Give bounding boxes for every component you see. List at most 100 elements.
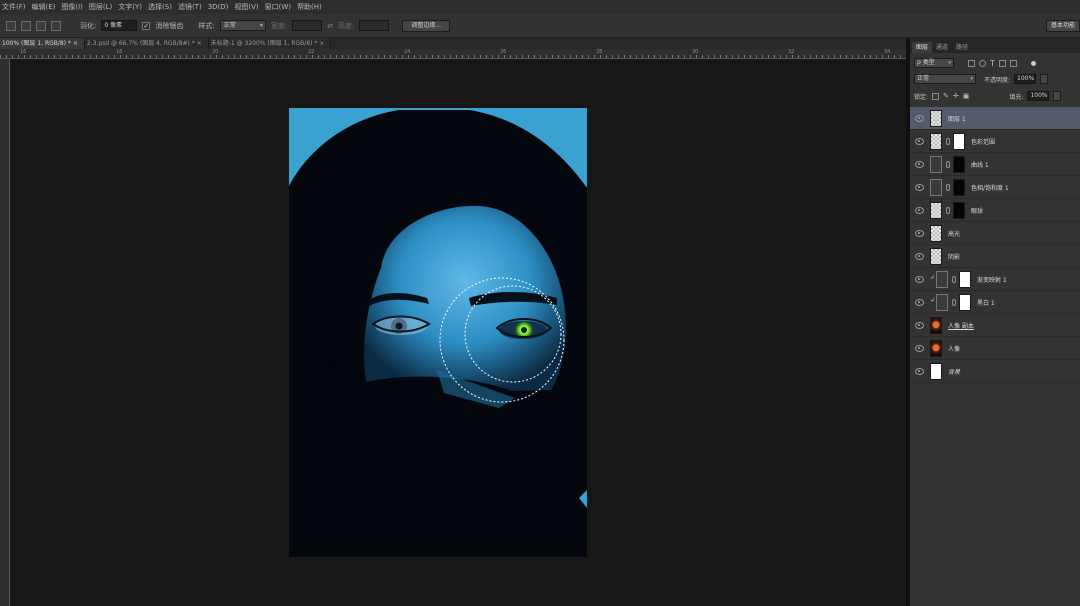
- lock-transparency-icon[interactable]: [932, 92, 940, 100]
- menu-item-4[interactable]: 文字(Y): [118, 2, 148, 12]
- opacity-input[interactable]: 100%: [1014, 74, 1037, 84]
- filter-pixel-icon[interactable]: [968, 59, 975, 67]
- menu-item-8[interactable]: 视图(V): [234, 2, 264, 12]
- menu-item-3[interactable]: 图层(L): [89, 2, 118, 12]
- width-input[interactable]: [292, 20, 323, 31]
- lock-move-icon[interactable]: ✛: [953, 92, 959, 100]
- layer-thumbnail[interactable]: [930, 340, 942, 357]
- opacity-slider-button[interactable]: [1040, 74, 1049, 84]
- layer-row[interactable]: 曲线 1: [910, 153, 1080, 176]
- intersect-selection-icon[interactable]: [51, 20, 61, 31]
- document-tab[interactable]: 未标题-1 @ 3200% (图层 1, RGB/8) * ×: [208, 38, 332, 49]
- visibility-eye-icon[interactable]: [915, 276, 924, 283]
- menu-item-5[interactable]: 选择(S): [148, 2, 178, 12]
- document-tab[interactable]: 2.3.psd @ 66.7% (图层 4, RGB/8#) * ×: [84, 38, 209, 49]
- layer-thumbnail[interactable]: [930, 225, 942, 242]
- layer-mask-thumbnail[interactable]: [953, 156, 965, 173]
- menu-item-7[interactable]: 3D(D): [208, 3, 235, 11]
- layer-mask-thumbnail[interactable]: [959, 294, 971, 311]
- layer-row[interactable]: 人像 副本: [910, 314, 1080, 337]
- menu-item-6[interactable]: 滤镜(T): [178, 2, 208, 12]
- layer-row[interactable]: 阴影: [910, 245, 1080, 268]
- mask-link-icon[interactable]: [946, 184, 950, 191]
- layer-thumbnail[interactable]: [936, 271, 948, 288]
- layer-row[interactable]: 色彩范围: [910, 130, 1080, 153]
- layer-name[interactable]: 眼球: [971, 206, 983, 215]
- mask-link-icon[interactable]: [952, 276, 956, 283]
- layer-name[interactable]: 图层 1: [948, 114, 966, 123]
- layer-thumbnail[interactable]: [930, 363, 942, 380]
- height-input[interactable]: [359, 20, 390, 31]
- feather-input[interactable]: 0 像素: [101, 20, 138, 31]
- layer-name[interactable]: 高光: [948, 229, 960, 238]
- layer-row[interactable]: 高光: [910, 222, 1080, 245]
- visibility-eye-icon[interactable]: [915, 230, 924, 237]
- layer-thumbnail[interactable]: [930, 156, 942, 173]
- visibility-eye-icon[interactable]: [915, 345, 924, 352]
- lock-paint-icon[interactable]: ✎: [943, 92, 949, 100]
- visibility-eye-icon[interactable]: [915, 368, 924, 375]
- layer-thumbnail[interactable]: [930, 133, 942, 150]
- visibility-eye-icon[interactable]: [915, 207, 924, 214]
- visibility-eye-icon[interactable]: [915, 184, 924, 191]
- layer-name[interactable]: 黑白 1: [977, 298, 995, 307]
- style-select[interactable]: 正常: [219, 20, 266, 31]
- layer-thumbnail[interactable]: [930, 110, 942, 127]
- document-tab[interactable]: 100% (图层 1, RGB/8) * ×: [0, 38, 85, 49]
- layer-thumbnail[interactable]: [930, 202, 942, 219]
- swap-icon[interactable]: ⇄: [327, 22, 333, 30]
- layer-name[interactable]: 渐变映射 1: [977, 275, 1007, 284]
- layer-filter-select[interactable]: ρ 类型: [914, 58, 954, 68]
- filter-shape-icon[interactable]: [998, 59, 1006, 67]
- menu-item-10[interactable]: 帮助(H): [297, 2, 328, 12]
- add-selection-icon[interactable]: [21, 20, 31, 31]
- layer-row[interactable]: 眼球: [910, 199, 1080, 222]
- refine-edge-button[interactable]: 调整边缘...: [402, 19, 451, 32]
- layer-mask-thumbnail[interactable]: [953, 179, 965, 196]
- layer-name[interactable]: 色彩范围: [971, 137, 995, 146]
- menu-item-0[interactable]: 文件(F): [2, 2, 32, 12]
- workspace-switcher[interactable]: 基本功能: [1046, 20, 1080, 32]
- layer-name[interactable]: 人像: [948, 344, 960, 353]
- mask-link-icon[interactable]: [946, 138, 950, 145]
- layer-name[interactable]: 阴影: [948, 252, 960, 261]
- layer-name[interactable]: 人像 副本: [948, 321, 974, 330]
- menu-item-2[interactable]: 图像(I): [61, 2, 89, 12]
- visibility-eye-icon[interactable]: [915, 115, 924, 122]
- lock-all-icon[interactable]: ▣: [963, 92, 970, 100]
- subtract-selection-icon[interactable]: [36, 20, 46, 31]
- filter-type-icon[interactable]: T: [990, 59, 995, 68]
- layer-name[interactable]: 背景: [948, 367, 960, 376]
- visibility-eye-icon[interactable]: [915, 138, 924, 145]
- fill-slider-button[interactable]: [1053, 91, 1062, 101]
- layer-row[interactable]: 背景: [910, 360, 1080, 383]
- visibility-eye-icon[interactable]: [915, 253, 924, 260]
- panel-tab[interactable]: 通道: [932, 42, 952, 53]
- filter-smart-icon[interactable]: [1009, 59, 1017, 67]
- layer-name[interactable]: 色相/饱和度 1: [971, 183, 1009, 192]
- visibility-eye-icon[interactable]: [915, 322, 924, 329]
- blend-mode-select[interactable]: 正常: [914, 74, 976, 84]
- panel-tab[interactable]: 图层: [912, 42, 933, 53]
- layer-name[interactable]: 曲线 1: [971, 160, 989, 169]
- layer-thumbnail[interactable]: [930, 179, 942, 196]
- layer-mask-thumbnail[interactable]: [959, 271, 971, 288]
- fill-input[interactable]: 100%: [1027, 91, 1050, 101]
- layer-row[interactable]: 色相/饱和度 1: [910, 176, 1080, 199]
- layer-thumbnail[interactable]: [930, 317, 942, 334]
- layer-mask-thumbnail[interactable]: [953, 202, 965, 219]
- menu-item-1[interactable]: 编辑(E): [32, 2, 62, 12]
- new-selection-icon[interactable]: [6, 20, 16, 31]
- mask-link-icon[interactable]: [946, 207, 950, 214]
- visibility-eye-icon[interactable]: [915, 161, 924, 168]
- menu-item-9[interactable]: 窗口(W): [265, 2, 297, 12]
- layer-thumbnail[interactable]: [930, 248, 942, 265]
- visibility-eye-icon[interactable]: [915, 299, 924, 306]
- layer-row[interactable]: 图层 1: [910, 107, 1080, 130]
- layer-row[interactable]: ↲ 黑白 1: [910, 291, 1080, 314]
- filter-toggle-icon[interactable]: [1030, 60, 1036, 66]
- panel-tab[interactable]: 路径: [952, 42, 972, 53]
- mask-link-icon[interactable]: [952, 299, 956, 306]
- layer-row[interactable]: 人像: [910, 337, 1080, 360]
- layer-mask-thumbnail[interactable]: [953, 133, 965, 150]
